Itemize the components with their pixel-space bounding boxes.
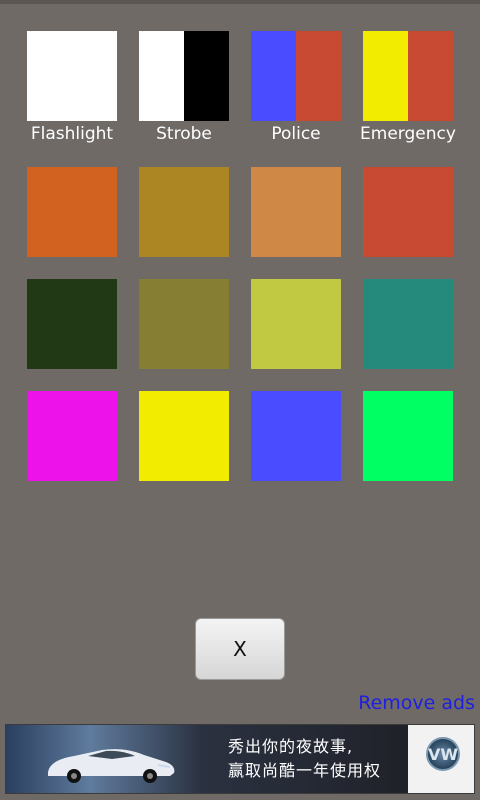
tile-police[interactable] [251,31,341,121]
tile-color-11[interactable] [251,279,341,369]
car-image [48,749,175,783]
ad-text-line-1: 秀出你的夜故事, [228,737,354,756]
close-button[interactable]: X [195,618,285,680]
tile-label-flashlight: Flashlight [30,124,114,144]
tile-color-5[interactable] [27,167,117,257]
tile-police-right [296,31,341,121]
tile-flashlight-color [27,31,117,121]
tile-police-left [251,31,296,121]
tile-flashlight[interactable] [27,31,117,121]
ad-text: 秀出你的夜故事, 赢取尚酷一年使用权 [228,735,408,783]
tile-color-6[interactable] [139,167,229,257]
tile-strobe[interactable] [139,31,229,121]
tile-strobe-left [139,31,184,121]
tile-color-12[interactable] [363,279,453,369]
tile-emergency-left [363,31,408,121]
tile-label-police: Police [271,124,321,144]
ad-logo-area: VW [408,725,474,793]
tile-color-10[interactable] [139,279,229,369]
vw-logo-icon: VW [426,737,460,771]
tile-label-emergency: Emergency [360,124,456,144]
tile-color-15[interactable] [251,391,341,481]
tile-strobe-right [184,31,229,121]
tile-color-7[interactable] [251,167,341,257]
ad-text-line-2: 赢取尚酷一年使用权 [228,761,382,780]
tile-emergency-right [408,31,453,121]
tile-color-8[interactable] [363,167,453,257]
remove-ads-link[interactable]: Remove ads [358,692,475,714]
tile-label-strobe: Strobe [156,124,212,144]
ad-banner[interactable]: 秀出你的夜故事, 赢取尚酷一年使用权 VW [5,724,475,794]
tile-emergency[interactable] [363,31,453,121]
status-bar-edge [0,0,480,4]
tile-color-14[interactable] [139,391,229,481]
tile-color-16[interactable] [363,391,453,481]
tile-color-9[interactable] [27,279,117,369]
tile-color-13[interactable] [27,391,117,481]
